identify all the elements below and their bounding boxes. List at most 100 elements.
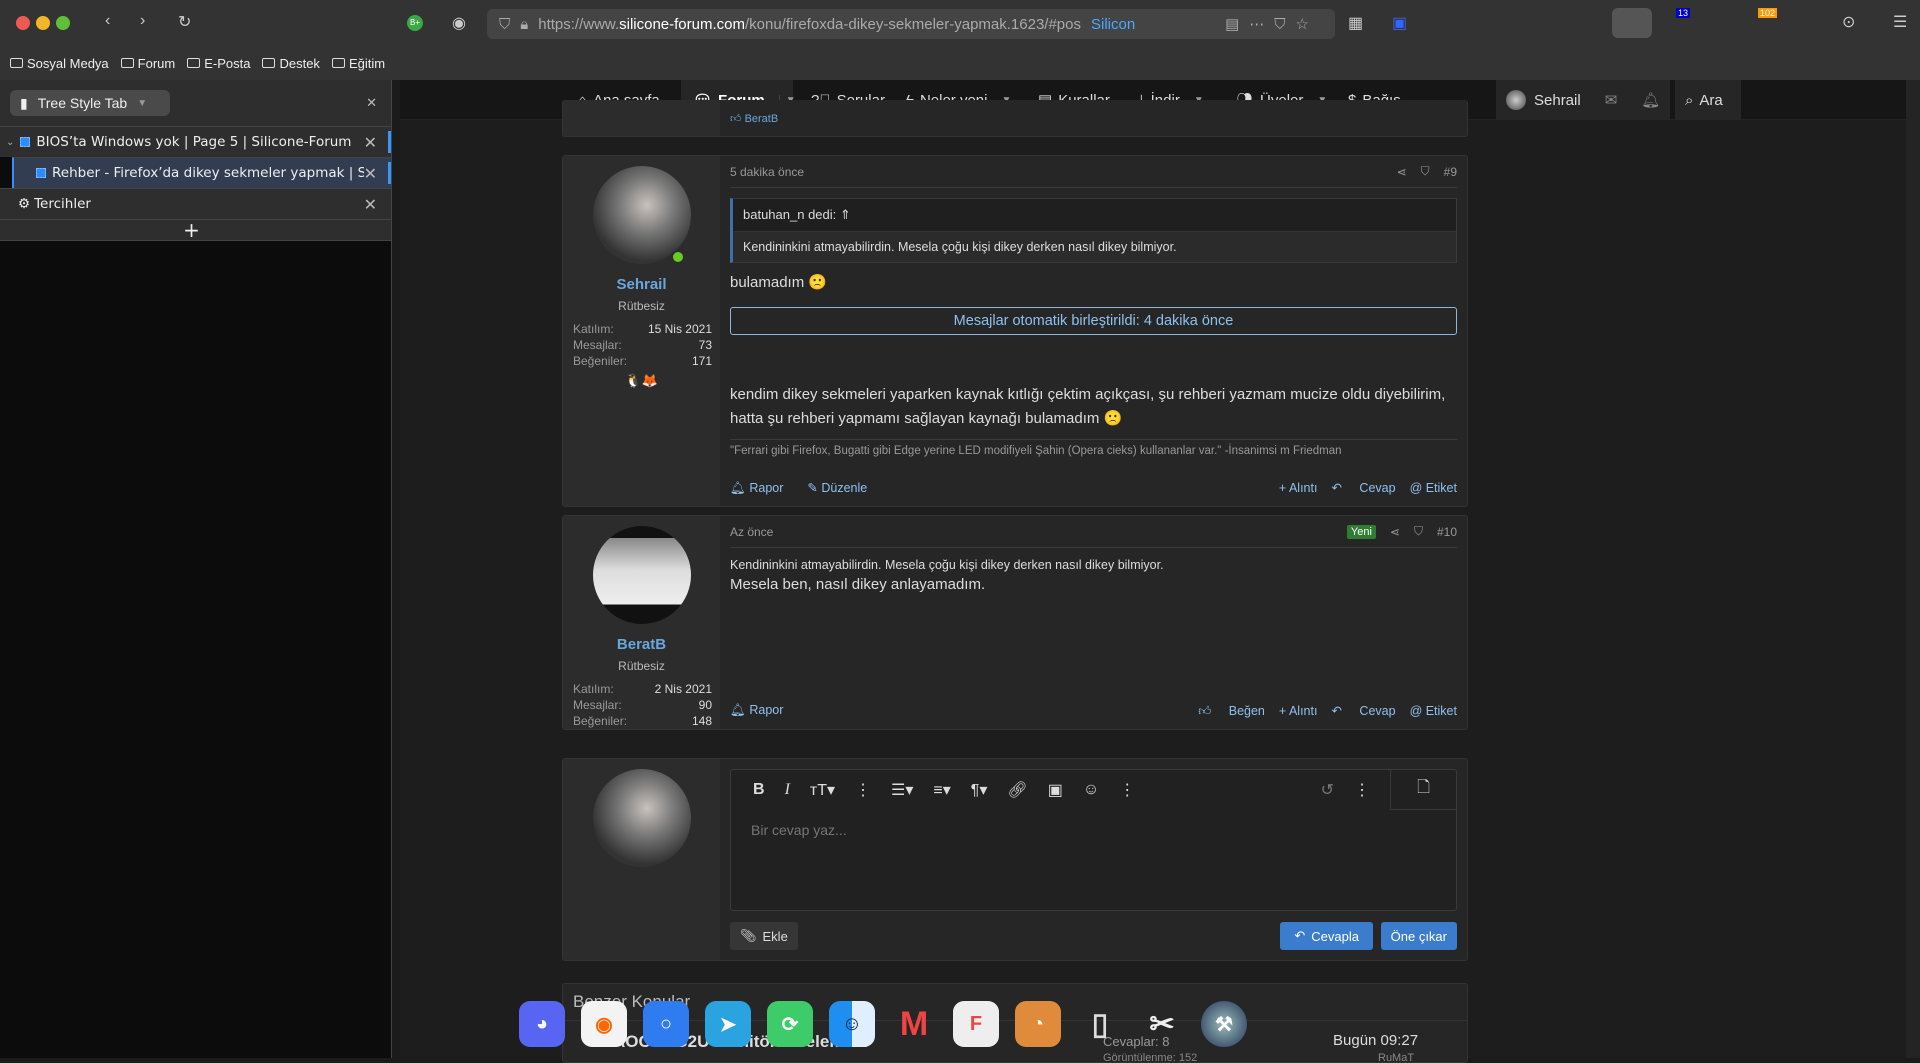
scissors-icon[interactable]: ✂	[1139, 1001, 1185, 1047]
attach-button[interactable]: 📎︎ Ekle	[730, 922, 798, 950]
gimp-icon[interactable]: ◔	[1015, 1001, 1061, 1047]
post-text: bulamadım	[730, 274, 805, 291]
tab-label: BIOS’ta Windows yok | Page 5 | Silicone-…	[36, 134, 352, 150]
submit-reply-button[interactable]: ↶ Cevapla	[1280, 922, 1373, 950]
bitwarden-icon[interactable]: ▣	[1392, 13, 1407, 33]
close-sidebar-icon[interactable]: ✕	[366, 95, 377, 111]
tab-label: Tercihler	[34, 196, 91, 212]
more-options-icon[interactable]: ⋮	[1354, 780, 1370, 800]
sync-icon[interactable]: ⟳	[767, 1001, 813, 1047]
username[interactable]: Sehrail	[563, 276, 720, 293]
username[interactable]: BeratB	[563, 636, 720, 653]
twisty-icon[interactable]: ⌄	[6, 137, 14, 148]
rich-text-editor[interactable]: B I тT▾ ⋮ ☰▾ ≡▾ ¶▾ 🔗︎ ▣ ☺ ⋮ ↺ ⋮ 🗋	[730, 769, 1457, 911]
arrow-up-circle-icon[interactable]: ⇑	[840, 207, 851, 222]
bookmark-folder[interactable]: Forum	[120, 55, 176, 71]
bookmark-icon[interactable]: ⛉	[1421, 164, 1430, 179]
last-post-time[interactable]: Bugün 09:27	[1333, 1032, 1418, 1049]
bookmark-label: Forum	[137, 55, 176, 71]
extension-icon[interactable]: B+	[407, 15, 423, 31]
extension-mask-icon[interactable]: ◉	[452, 13, 466, 33]
trash-icon[interactable]: ▯	[1077, 1001, 1123, 1047]
reply-button[interactable]: ↶ Cevap	[1331, 481, 1395, 495]
user-rank: Rütbesiz	[618, 659, 665, 673]
reload-icon[interactable]: ↻	[178, 12, 191, 32]
close-tab-icon[interactable]: ✕	[364, 195, 377, 214]
undo-icon[interactable]: ↺	[1321, 780, 1334, 800]
firefox-icon[interactable]: ◉	[581, 1001, 627, 1047]
extensions-grid-icon[interactable]: ▦	[1348, 13, 1363, 33]
gmail-icon[interactable]: M	[891, 1001, 937, 1047]
utility-icon[interactable]: ⚒	[1201, 1001, 1247, 1047]
page-actions-icons[interactable]: ▤⋯⛉☆	[1225, 15, 1319, 33]
more-options-icon[interactable]: ⋮	[855, 780, 871, 800]
close-tab-icon[interactable]: ✕	[364, 164, 377, 183]
sidebar-switcher-button[interactable]: ▮ Tree Style Tab ▼	[10, 90, 170, 116]
report-button[interactable]: 🔔︎ Rapor	[730, 703, 795, 717]
forward-icon[interactable]: ›	[140, 12, 145, 30]
preview-button[interactable]: Öne çıkar	[1380, 922, 1457, 950]
mention-button[interactable]: @ Etiket	[1410, 704, 1457, 718]
inbox-icon[interactable]: ✉	[1605, 91, 1618, 109]
back-icon[interactable]: ‹	[105, 12, 110, 30]
bold-icon[interactable]: B	[753, 781, 765, 799]
edit-button[interactable]: ✎ Düzenle	[807, 481, 879, 495]
finder-icon[interactable]: ☺	[829, 1001, 875, 1047]
telegram-icon[interactable]: ➤	[705, 1001, 751, 1047]
maximize-window-button[interactable]	[56, 16, 70, 30]
liker-name[interactable]: BeratB	[745, 113, 779, 125]
italic-icon[interactable]: I	[785, 781, 790, 799]
report-button[interactable]: 🔔︎ Rapor	[730, 481, 795, 495]
sidebar-toggle-button[interactable]	[1612, 8, 1652, 38]
more-options-icon[interactable]: ⋮	[1119, 780, 1135, 800]
image-icon[interactable]: ▣	[1048, 780, 1063, 800]
post-number[interactable]: #10	[1437, 525, 1457, 539]
avatar[interactable]	[592, 166, 691, 264]
like-button[interactable]: 👍︎ Beğen	[1198, 704, 1265, 718]
tab-item[interactable]: ⌄ BIOS’ta Windows yok | Page 5 | Silicone…	[0, 126, 391, 157]
reply-input[interactable]	[751, 822, 1351, 838]
new-tab-button[interactable]: +	[0, 218, 391, 242]
paragraph-icon[interactable]: ¶▾	[971, 780, 988, 800]
close-tab-icon[interactable]: ✕	[364, 133, 377, 152]
bookmark-folder[interactable]: Sosyal Medya	[10, 56, 109, 71]
feedly-icon[interactable]: F	[953, 1001, 999, 1047]
quote-author[interactable]: batuhan_n dedi:	[743, 207, 836, 222]
tab-item[interactable]: ⚙ Tercihler ✕	[0, 188, 391, 219]
quote-button[interactable]: + Alıntı	[1279, 481, 1318, 495]
reply-button[interactable]: ↶ Cevap	[1331, 704, 1395, 718]
post-number[interactable]: #9	[1444, 165, 1457, 179]
share-icon[interactable]: ⋖	[1390, 525, 1400, 539]
url-path: /konu/firefoxda-dikey-sekmeler-yapmak.16…	[744, 15, 1081, 33]
user-menu[interactable]: Sehrail ✉ 🔔︎	[1496, 80, 1670, 120]
signal-icon[interactable]: ○	[643, 1001, 689, 1047]
discord-icon[interactable]: ◕	[519, 1001, 565, 1047]
post-text: hatta şu rehberi yapmamı sağlayan kaynağ…	[730, 410, 1100, 427]
share-icon[interactable]: ⋖	[1397, 165, 1407, 179]
avatar[interactable]	[592, 526, 691, 624]
scrollbar[interactable]	[1906, 80, 1920, 1058]
minimize-window-button[interactable]	[36, 16, 50, 30]
bookmark-folder[interactable]: Destek	[262, 56, 320, 71]
font-size-icon[interactable]: тT▾	[810, 780, 835, 800]
post-time[interactable]: 5 dakika önce	[730, 165, 804, 179]
post-time[interactable]: Az önce	[730, 525, 773, 539]
bookmark-folder[interactable]: Eğitim	[331, 56, 385, 71]
mention-button[interactable]: @ Etiket	[1410, 481, 1457, 495]
more-icon[interactable]: ⊙	[1842, 12, 1855, 32]
tab-item-active[interactable]: Rehber - Firefox’da dikey sekmeler yapma…	[12, 157, 391, 188]
bookmark-folder[interactable]: E-Posta	[187, 56, 250, 71]
menu-icon[interactable]: ☰	[1893, 12, 1907, 32]
quote-button[interactable]: + Alıntı	[1279, 704, 1318, 718]
emoji-icon[interactable]: ☺	[1083, 781, 1099, 799]
close-window-button[interactable]	[16, 16, 30, 30]
url-bar[interactable]: ⛉ 🔒︎ https://www.silicone-forum.com/konu…	[487, 9, 1335, 39]
search-button[interactable]: ⌕ Ara	[1675, 80, 1741, 120]
preview-toggle-icon[interactable]: 🗋	[1390, 770, 1456, 810]
link-icon[interactable]: 🔗︎	[1007, 780, 1027, 800]
list-icon[interactable]: ☰▾	[891, 780, 913, 800]
align-icon[interactable]: ≡▾	[933, 780, 950, 800]
bell-icon[interactable]: 🔔︎	[1641, 91, 1660, 109]
bookmark-icon[interactable]: ⛉	[1414, 524, 1423, 539]
quote-text: Kendininkini atmayabilirdin. Mesela çoğu…	[733, 232, 1456, 262]
